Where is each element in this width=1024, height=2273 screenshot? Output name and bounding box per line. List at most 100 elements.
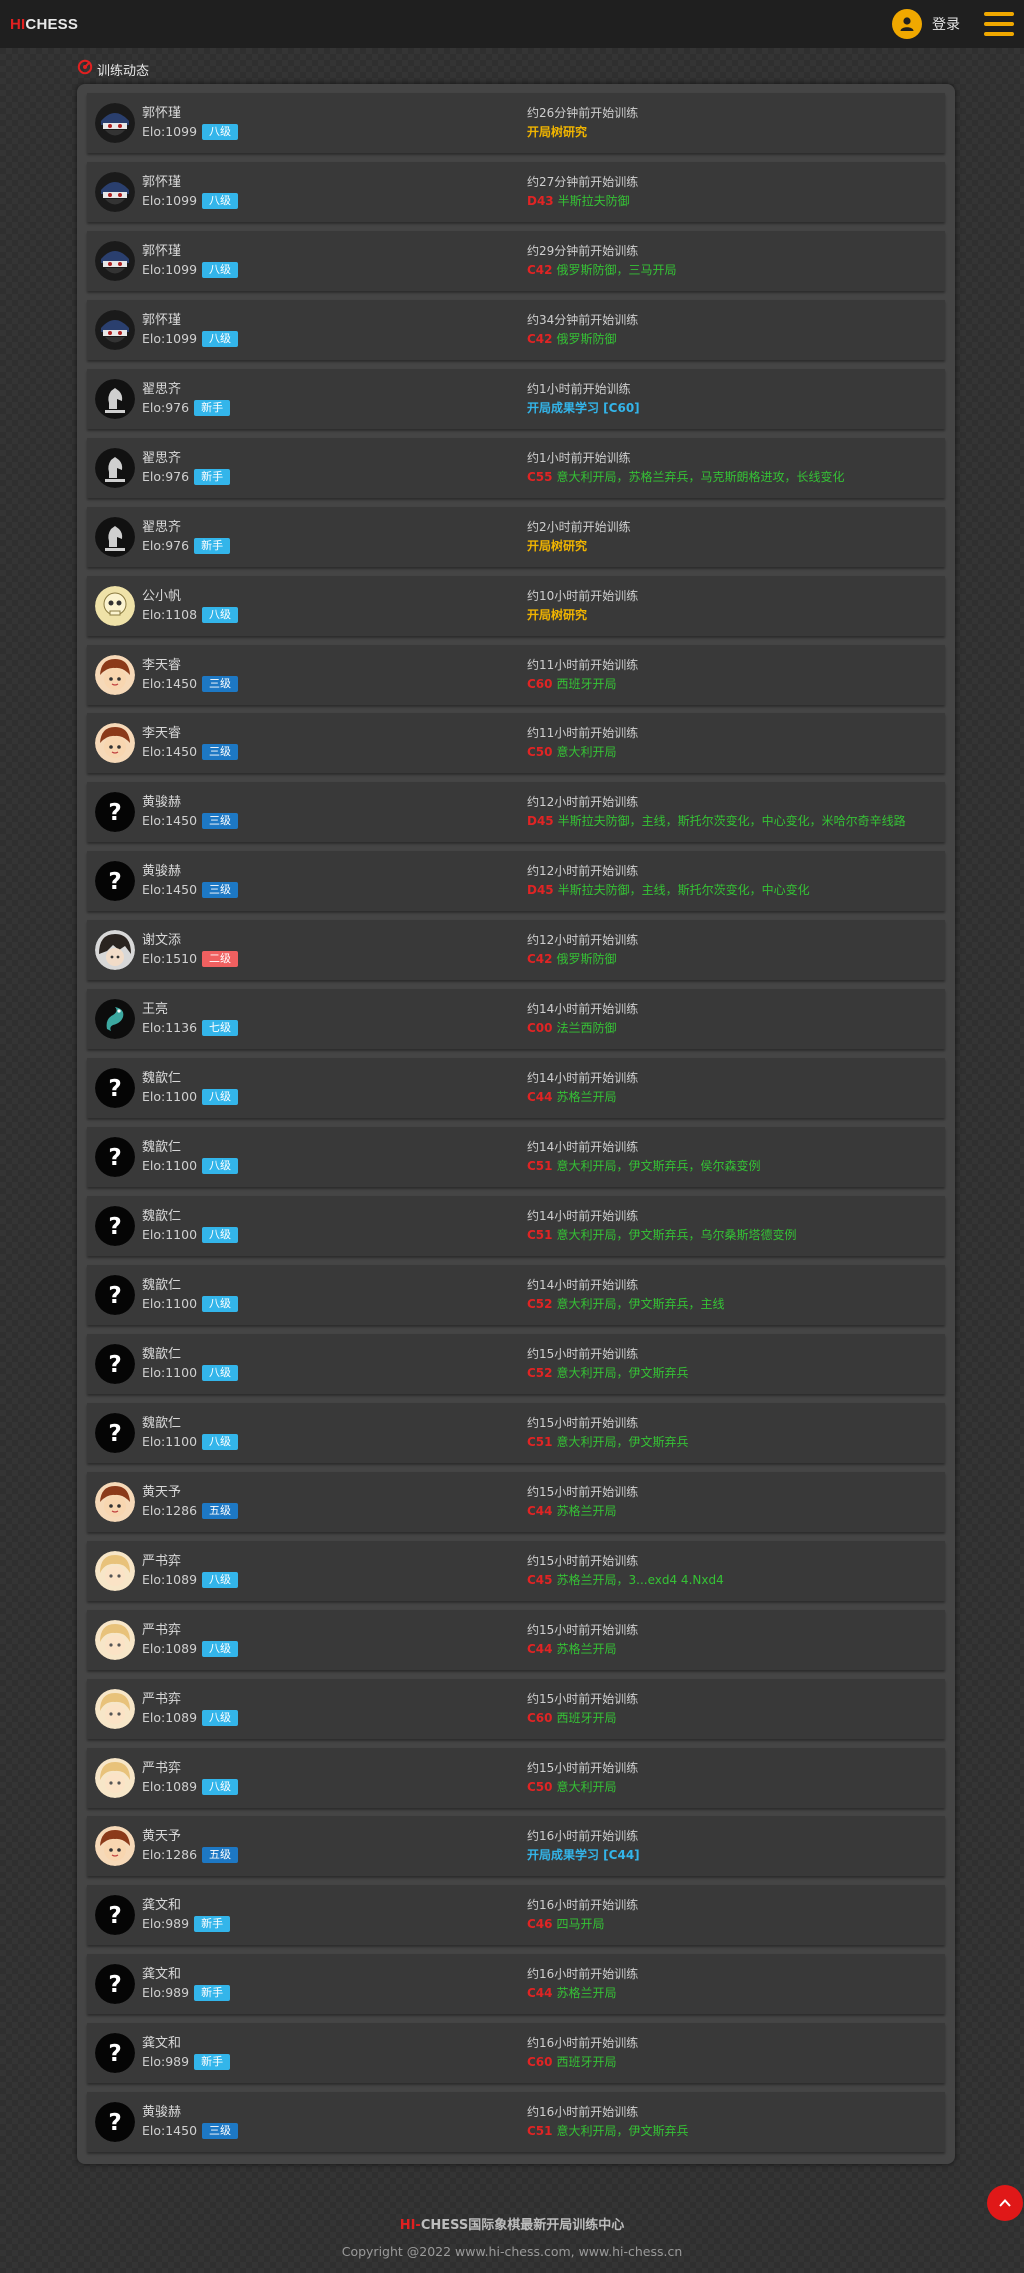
avatar[interactable] [95,999,135,1040]
player-name[interactable]: 龚文和 [142,1966,522,1984]
activity-row[interactable]: ? 魏歆仁 Elo:1100 八级 约14小时前开始训练 C52 意大利开局，伊文斯弃兵，主… [87,1264,945,1325]
opening-line[interactable]: C44 苏格兰开局 [527,1088,638,1107]
activity-row[interactable]: 翟思齐 Elo:976 新手 约1小时前开始训练 开局成果学习 [C60] [87,368,945,429]
activity-row[interactable]: ? 黄骏赫 Elo:1450 三级 约16小时前开始训练 C51 意大利开局，伊文斯弃兵 [87,2092,945,2153]
opening-line[interactable]: C52 意大利开局，伊文斯弃兵，主线 [527,1295,725,1314]
activity-row[interactable]: 黄天予 Elo:1286 五级 约15小时前开始训练 C44 苏格兰开局 [87,1471,945,1532]
opening-line[interactable]: C60 西班牙开局 [527,675,638,694]
activity-row[interactable]: ? 魏歆仁 Elo:1100 八级 约14小时前开始训练 C44 苏格兰开局 [87,1058,945,1119]
user-icon[interactable] [892,9,922,39]
activity-row[interactable]: ? 龚文和 Elo:989 新手 约16小时前开始训练 C44 苏格兰开局 [87,1954,945,2015]
opening-line[interactable]: D43 半斯拉夫防御 [527,192,638,211]
player-name[interactable]: 王亮 [142,1001,522,1019]
player-name[interactable]: 黄天予 [142,1828,522,1846]
avatar[interactable]: ? [95,861,135,902]
player-name[interactable]: 翟思齐 [142,381,522,399]
opening-line[interactable]: C51 意大利开局，伊文斯弃兵 [527,1433,689,1452]
activity-row[interactable]: 严书弈 Elo:1089 八级 约15小时前开始训练 C45 苏格兰开局，3...exd4… [87,1540,945,1601]
avatar[interactable] [95,1688,135,1729]
opening-line[interactable]: C44 苏格兰开局 [527,1984,638,2003]
opening-line[interactable]: C52 意大利开局，伊文斯弃兵 [527,1364,689,1383]
player-name[interactable]: 李天睿 [142,657,522,675]
training-type[interactable]: 开局成果学习 [C60] [527,399,640,418]
player-name[interactable]: 郭怀瑾 [142,312,522,330]
avatar[interactable] [95,309,135,350]
opening-line[interactable]: C50 意大利开局 [527,743,638,762]
player-name[interactable]: 黄骏赫 [142,794,522,812]
player-name[interactable]: 郭怀瑾 [142,174,522,192]
activity-row[interactable]: 黄天予 Elo:1286 五级 约16小时前开始训练 开局成果学习 [C44] [87,1816,945,1877]
player-name[interactable]: 魏歆仁 [142,1070,522,1088]
avatar[interactable]: ? [95,2033,135,2074]
activity-row[interactable]: 王亮 Elo:1136 七级 约14小时前开始训练 C00 法兰西防御 [87,989,945,1050]
player-name[interactable]: 公小帆 [142,588,522,606]
player-name[interactable]: 魏歆仁 [142,1415,522,1433]
activity-row[interactable]: 李天睿 Elo:1450 三级 约11小时前开始训练 C60 西班牙开局 [87,644,945,705]
avatar[interactable] [95,103,135,143]
player-name[interactable]: 翟思齐 [142,450,522,468]
player-name[interactable]: 魏歆仁 [142,1208,522,1226]
back-to-top-button[interactable] [987,2185,1023,2221]
player-name[interactable]: 严书弈 [142,1760,522,1778]
activity-row[interactable]: 严书弈 Elo:1089 八级 约15小时前开始训练 C60 西班牙开局 [87,1678,945,1739]
training-type[interactable]: 开局树研究 [527,606,638,625]
avatar[interactable] [95,1757,135,1798]
login-link[interactable]: 登录 [932,14,960,34]
opening-line[interactable]: C44 苏格兰开局 [527,1640,638,1659]
activity-row[interactable]: ? 魏歆仁 Elo:1100 八级 约15小时前开始训练 C52 意大利开局，伊文斯弃兵 [87,1333,945,1394]
avatar[interactable] [95,1619,135,1660]
opening-line[interactable]: C51 意大利开局，伊文斯弃兵，乌尔桑斯塔德变例 [527,1226,797,1245]
activity-row[interactable]: 郭怀瑾 Elo:1099 八级 约26分钟前开始训练 开局树研究 [87,93,945,153]
avatar[interactable]: ? [95,1412,135,1453]
opening-line[interactable]: C51 意大利开局，伊文斯弃兵 [527,2122,689,2141]
avatar[interactable]: ? [95,2102,135,2143]
activity-row[interactable]: 李天睿 Elo:1450 三级 约11小时前开始训练 C50 意大利开局 [87,713,945,774]
player-name[interactable]: 黄骏赫 [142,863,522,881]
opening-line[interactable]: C55 意大利开局，苏格兰弃兵，马克斯朗格进攻，长线变化 [527,468,845,487]
avatar[interactable] [95,1826,135,1867]
opening-line[interactable]: C46 四马开局 [527,1915,638,1934]
avatar[interactable]: ? [95,792,135,833]
hamburger-menu-icon[interactable] [984,12,1014,36]
avatar[interactable] [95,930,135,971]
activity-row[interactable]: ? 龚文和 Elo:989 新手 约16小时前开始训练 C60 西班牙开局 [87,2023,945,2084]
player-name[interactable]: 魏歆仁 [142,1346,522,1364]
avatar[interactable]: ? [95,1137,135,1178]
opening-line[interactable]: D45 半斯拉夫防御，主线，斯托尔茨变化，中心变化，米哈尔奇辛线路 [527,812,906,831]
player-name[interactable]: 严书弈 [142,1553,522,1571]
avatar[interactable]: ? [95,1343,135,1384]
opening-line[interactable]: C44 苏格兰开局 [527,1502,638,1521]
opening-line[interactable]: C42 俄罗斯防御 [527,950,638,969]
avatar[interactable] [95,1550,135,1591]
opening-line[interactable]: C50 意大利开局 [527,1778,638,1797]
avatar[interactable] [95,1481,135,1522]
player-name[interactable]: 翟思齐 [142,519,522,537]
activity-row[interactable]: ? 黄骏赫 Elo:1450 三级 约12小时前开始训练 D45 半斯拉夫防御，主线，斯托尔… [87,851,945,912]
avatar[interactable]: ? [95,1206,135,1246]
player-name[interactable]: 李天睿 [142,725,522,743]
training-type[interactable]: 开局树研究 [527,123,638,142]
player-name[interactable]: 魏歆仁 [142,1139,522,1157]
opening-line[interactable]: D45 半斯拉夫防御，主线，斯托尔茨变化，中心变化 [527,881,810,900]
activity-row[interactable]: 严书弈 Elo:1089 八级 约15小时前开始训练 C50 意大利开局 [87,1747,945,1808]
activity-row[interactable]: 郭怀瑾 Elo:1099 八级 约34分钟前开始训练 C42 俄罗斯防御 [87,299,945,360]
avatar[interactable] [95,378,135,419]
opening-line[interactable]: C42 俄罗斯防御 [527,330,638,349]
player-name[interactable]: 龚文和 [142,2035,522,2053]
opening-line[interactable]: C60 西班牙开局 [527,1709,638,1728]
activity-row[interactable]: 翟思齐 Elo:976 新手 约2小时前开始训练 开局树研究 [87,506,945,567]
avatar[interactable]: ? [95,1274,135,1315]
activity-row[interactable]: ? 龚文和 Elo:989 新手 约16小时前开始训练 C46 四马开局 [87,1885,945,1946]
avatar[interactable] [95,723,135,764]
avatar[interactable] [95,240,135,281]
activity-row[interactable]: 谢文添 Elo:1510 二级 约12小时前开始训练 C42 俄罗斯防御 [87,920,945,981]
activity-row[interactable]: 严书弈 Elo:1089 八级 约15小时前开始训练 C44 苏格兰开局 [87,1609,945,1670]
training-type[interactable]: 开局树研究 [527,537,631,556]
opening-line[interactable]: C51 意大利开局，伊文斯弃兵，侯尔森变例 [527,1157,761,1176]
player-name[interactable]: 严书弈 [142,1622,522,1640]
avatar[interactable]: ? [95,1068,135,1109]
player-name[interactable]: 郭怀瑾 [142,105,522,123]
avatar[interactable] [95,585,135,626]
player-name[interactable]: 魏歆仁 [142,1277,522,1295]
player-name[interactable]: 谢文添 [142,932,522,950]
